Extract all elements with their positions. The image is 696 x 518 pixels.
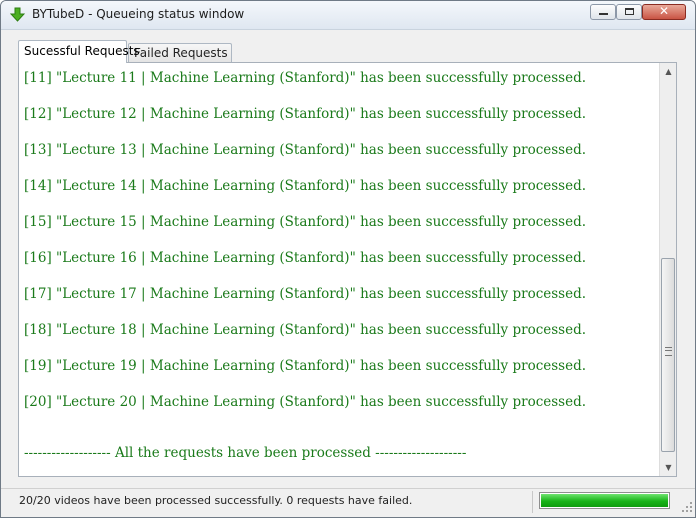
- scroll-up-button[interactable]: ▲: [660, 63, 677, 80]
- log-line: [12] "Lecture 12 | Machine Learning (Sta…: [24, 106, 587, 122]
- maximize-button[interactable]: [616, 4, 642, 20]
- vertical-scrollbar[interactable]: ▲ ▼: [659, 63, 676, 476]
- log-line: [13] "Lecture 13 | Machine Learning (Sta…: [24, 142, 587, 158]
- log-line: [15] "Lecture 15 | Machine Learning (Sta…: [24, 214, 587, 230]
- request-log: [11] "Lecture 11 | Machine Learning (Sta…: [24, 68, 654, 428]
- close-icon: ✕: [658, 4, 670, 18]
- log-line: [14] "Lecture 14 | Machine Learning (Sta…: [24, 178, 587, 194]
- progress-fill: [541, 494, 668, 507]
- log-line: [17] "Lecture 17 | Machine Learning (Sta…: [24, 286, 587, 302]
- title-bar[interactable]: BYTubeD - Queueing status window ✕: [1, 1, 695, 30]
- maximize-icon: [625, 8, 634, 15]
- progress-bar: [539, 492, 670, 509]
- scroll-thumb[interactable]: [661, 258, 675, 452]
- tab-failed-requests[interactable]: Failed Requests: [128, 43, 232, 62]
- scroll-down-arrow-icon: ▼: [665, 463, 672, 472]
- status-message: 20/20 videos have been processed success…: [19, 494, 413, 507]
- close-button[interactable]: ✕: [642, 4, 686, 20]
- minimize-icon: [599, 13, 608, 15]
- log-line: [20] "Lecture 20 | Machine Learning (Sta…: [24, 394, 587, 410]
- app-download-icon: [10, 7, 25, 22]
- log-line: [19] "Lecture 19 | Machine Learning (Sta…: [24, 358, 587, 374]
- all-processed-summary: ------------------- All the requests hav…: [24, 445, 467, 461]
- window-title: BYTubeD - Queueing status window: [32, 7, 245, 21]
- status-separator: [532, 491, 533, 513]
- scroll-down-button[interactable]: ▼: [660, 459, 677, 476]
- queueing-status-window: BYTubeD - Queueing status window ✕ Suces…: [0, 0, 696, 518]
- log-line: [18] "Lecture 18 | Machine Learning (Sta…: [24, 322, 587, 338]
- tab-successful-requests[interactable]: Sucessful Requests: [18, 40, 140, 63]
- grip-icon: [665, 347, 672, 356]
- log-line: [11] "Lecture 11 | Machine Learning (Sta…: [24, 70, 587, 86]
- status-bar: 20/20 videos have been processed success…: [1, 488, 695, 517]
- log-line: [16] "Lecture 16 | Machine Learning (Sta…: [24, 250, 587, 266]
- resize-grip-icon[interactable]: [681, 501, 693, 513]
- scroll-up-arrow-icon: ▲: [665, 67, 672, 76]
- request-log-panel[interactable]: [11] "Lecture 11 | Machine Learning (Sta…: [18, 62, 677, 477]
- minimize-button[interactable]: [590, 4, 616, 20]
